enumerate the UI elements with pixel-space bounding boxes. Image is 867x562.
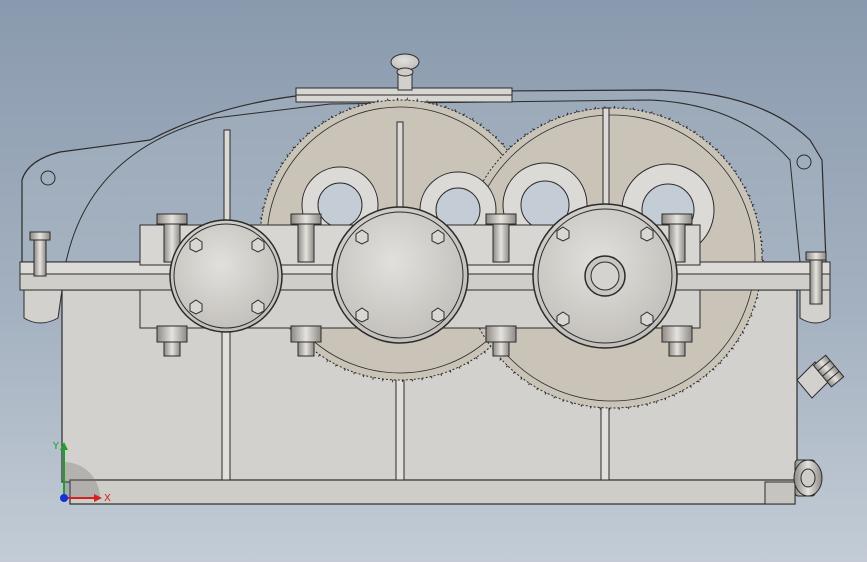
orientation-triad: X Y: [52, 441, 111, 504]
triad-x-label: X: [104, 493, 111, 504]
triad-z-axis: [60, 494, 68, 502]
triad-y-label: Y: [52, 441, 60, 452]
graphics-viewport[interactable]: X Y: [0, 0, 867, 562]
